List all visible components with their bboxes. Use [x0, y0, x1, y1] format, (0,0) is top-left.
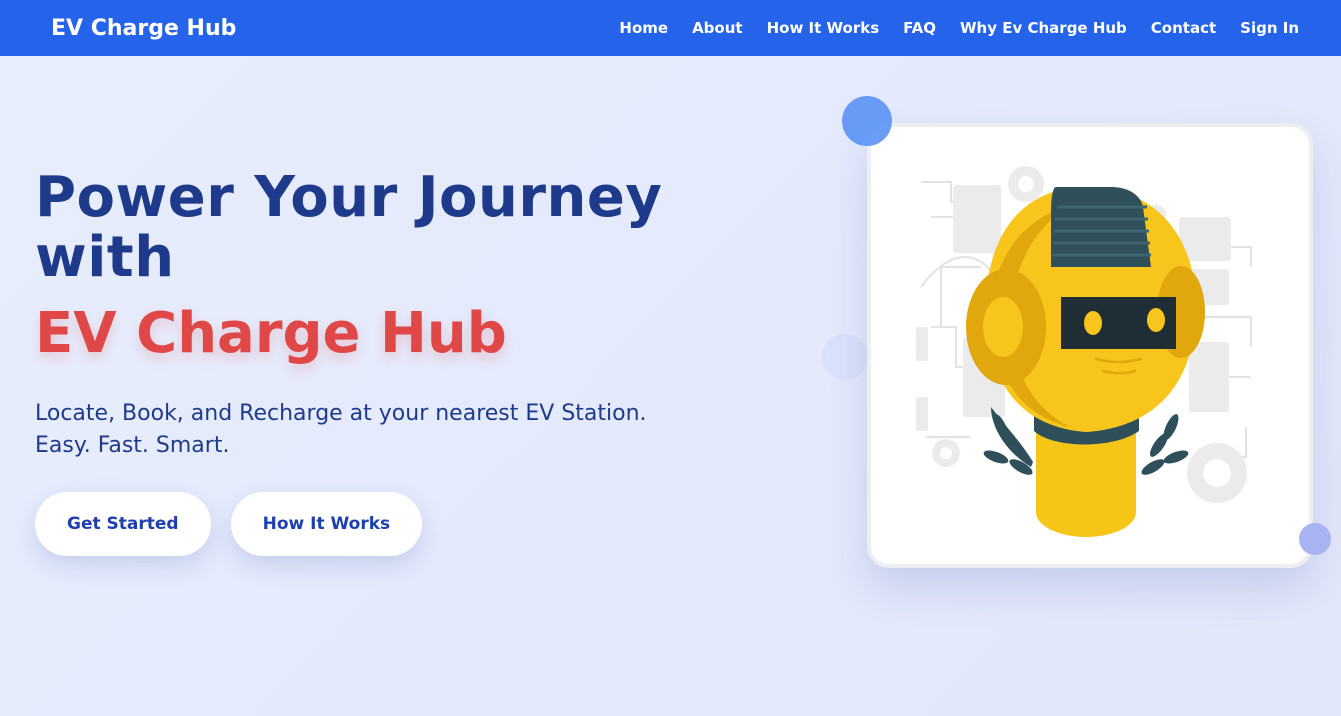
nav-links: Home About How It Works FAQ Why Ev Charg…: [619, 19, 1299, 37]
nav-link-why[interactable]: Why Ev Charge Hub: [960, 19, 1127, 37]
hero-title: Power Your Journey with: [35, 168, 695, 288]
hero-image-card: [867, 123, 1313, 568]
hero-title-line2: with: [35, 225, 175, 290]
hero-section: Power Your Journey with EV Charge Hub Lo…: [35, 168, 695, 556]
get-started-button[interactable]: Get Started: [35, 492, 211, 556]
nav-link-sign-in[interactable]: Sign In: [1240, 19, 1299, 37]
brand-logo[interactable]: EV Charge Hub: [51, 16, 236, 41]
decorative-dot-blue: [842, 96, 892, 146]
hero-title-line1: Power Your Journey: [35, 165, 663, 230]
decorative-dot-faint: [822, 334, 868, 380]
nav-link-contact[interactable]: Contact: [1151, 19, 1216, 37]
hero-subtitle-line2: Easy. Fast. Smart.: [35, 433, 230, 458]
nav-link-about[interactable]: About: [692, 19, 743, 37]
top-navbar: EV Charge Hub Home About How It Works FA…: [0, 0, 1341, 56]
hero-subtitle: Locate, Book, and Recharge at your neare…: [35, 398, 655, 462]
hero-subtitle-line1: Locate, Book, and Recharge at your neare…: [35, 401, 647, 426]
nav-link-faq[interactable]: FAQ: [903, 19, 936, 37]
hero-buttons: Get Started How It Works: [35, 492, 695, 556]
robot-head-illustration: [916, 166, 1252, 537]
how-it-works-button[interactable]: How It Works: [230, 492, 423, 556]
hero-title-accent: EV Charge Hub: [35, 301, 507, 366]
nav-link-how-it-works[interactable]: How It Works: [767, 19, 880, 37]
decorative-dot-purple: [1299, 523, 1331, 555]
nav-link-home[interactable]: Home: [619, 19, 668, 37]
